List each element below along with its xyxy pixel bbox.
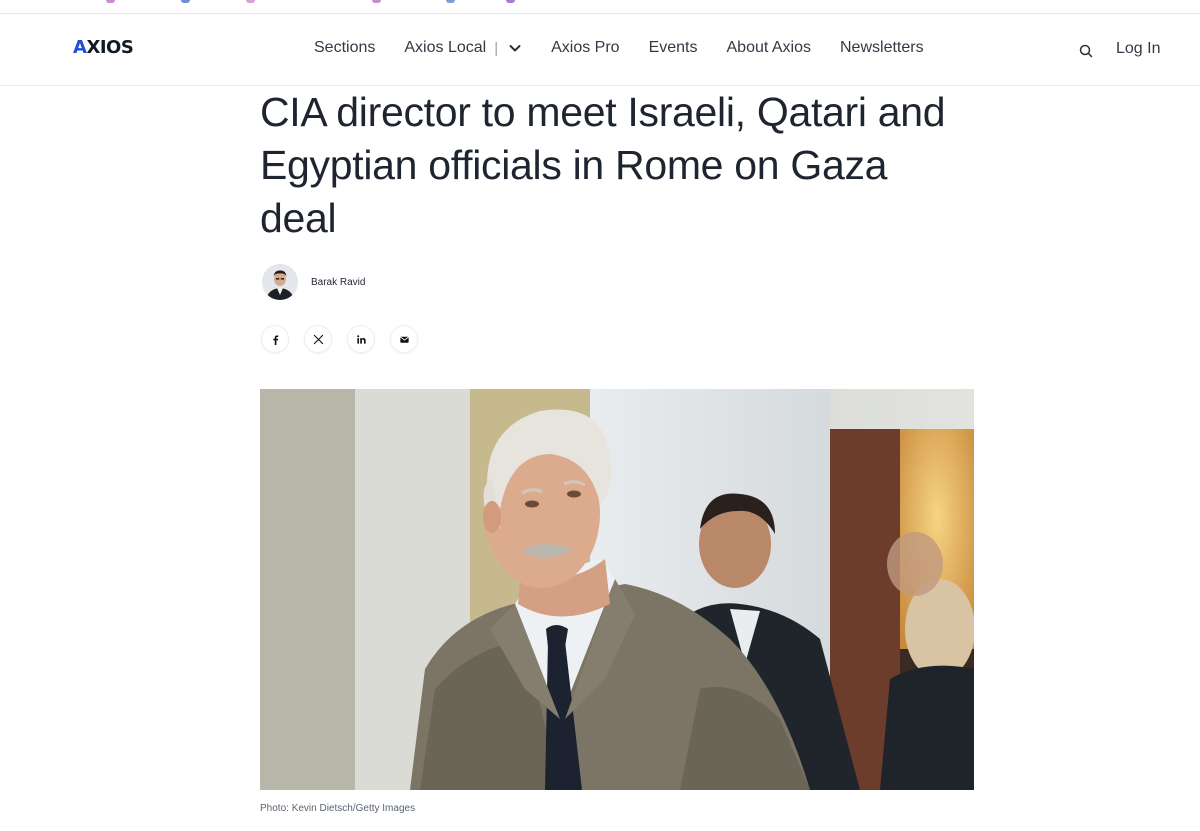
article-lead-photo[interactable] <box>260 389 974 790</box>
email-icon <box>399 336 409 343</box>
main-nav: Sections Axios Local | Axios Pro Events … <box>314 39 953 57</box>
login-link[interactable]: Log In <box>1116 40 1160 58</box>
share-x-button[interactable] <box>304 325 332 353</box>
share-email-button[interactable] <box>390 325 418 353</box>
byline: Barak Ravid <box>262 264 365 300</box>
nav-axios-local[interactable]: Axios Local | <box>404 39 522 57</box>
nav-axios-pro[interactable]: Axios Pro <box>551 39 619 57</box>
bookmark-icon[interactable] <box>506 0 515 3</box>
bookmark-icon[interactable] <box>246 0 255 3</box>
browser-bookmark-strip <box>0 0 1200 14</box>
nav-about-axios[interactable]: About Axios <box>727 39 812 57</box>
facebook-icon <box>272 334 278 345</box>
share-facebook-button[interactable] <box>261 325 289 353</box>
author-avatar[interactable] <box>262 264 298 300</box>
share-linkedin-button[interactable] <box>347 325 375 353</box>
nav-newsletters[interactable]: Newsletters <box>840 39 924 57</box>
nav-axios-local-label: Axios Local <box>404 39 487 56</box>
share-bar <box>261 325 433 353</box>
bookmark-icon[interactable] <box>181 0 190 3</box>
axios-logo[interactable]: AXIOS <box>73 37 134 58</box>
linkedin-icon <box>356 334 366 344</box>
photo-caption: Photo: Kevin Dietsch/Getty Images <box>260 803 416 814</box>
bookmark-icon[interactable] <box>106 0 115 3</box>
author-name[interactable]: Barak Ravid <box>311 277 365 288</box>
bookmark-icon[interactable] <box>446 0 455 3</box>
lead-photo-image <box>260 389 974 790</box>
nav-separator: | <box>494 39 499 57</box>
chevron-down-icon[interactable] <box>508 41 522 55</box>
bookmark-icon[interactable] <box>372 0 381 3</box>
nav-events[interactable]: Events <box>649 39 698 57</box>
avatar-portrait <box>262 264 298 300</box>
article-headline: CIA director to meet Israeli, Qatari and… <box>260 89 946 241</box>
x-icon <box>313 334 323 344</box>
site-header: AXIOS Sections Axios Local | Axios Pro E… <box>0 14 1200 86</box>
nav-sections[interactable]: Sections <box>314 39 375 57</box>
search-icon[interactable] <box>1078 43 1094 59</box>
